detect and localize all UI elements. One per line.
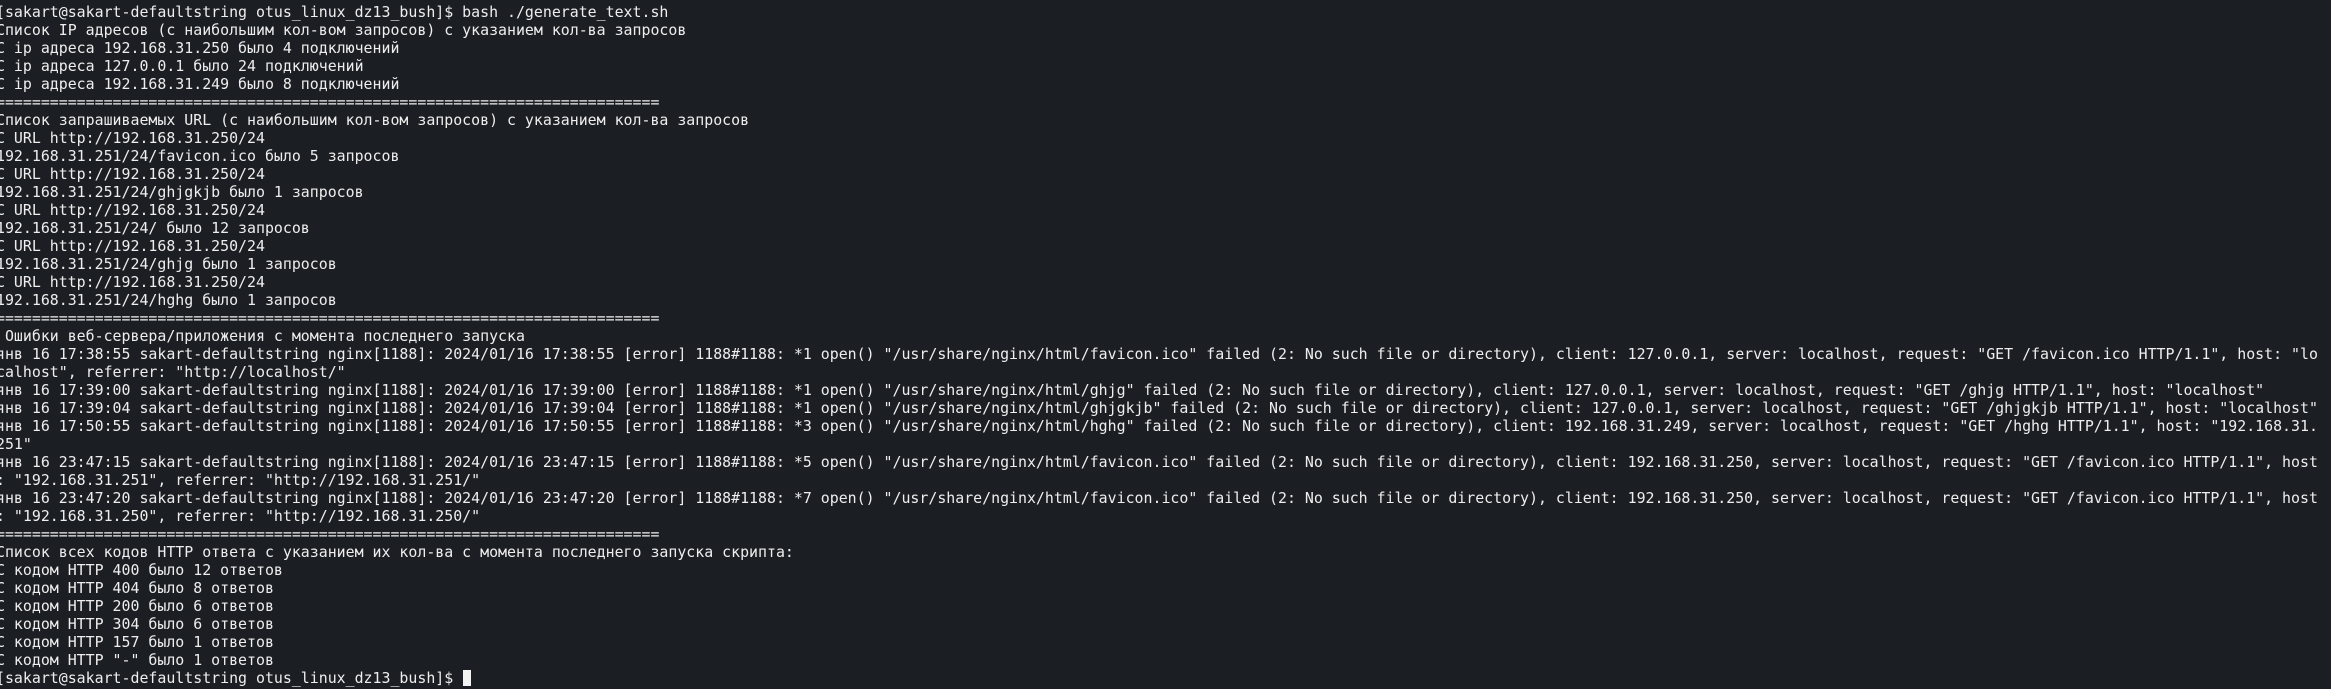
log-line: 251" (0, 435, 32, 453)
terminal-line: Список всех кодов HTTP ответа с указание… (0, 543, 794, 561)
terminal-window[interactable]: [sakart@sakart-defaultstring otus_linux_… (0, 0, 2331, 689)
terminal-line: 192.168.31.251/24/favicon.ico было 5 зап… (0, 147, 400, 165)
terminal-line: 192.168.31.251/24/ было 12 запросов (0, 219, 310, 237)
terminal-line: С кодом HTTP 200 было 6 ответов (0, 597, 274, 615)
terminal-line: С кодом HTTP 304 было 6 ответов (0, 615, 274, 633)
separator-line: ========================================… (0, 93, 660, 111)
terminal-line: С URL http://192.168.31.250/24 (0, 165, 265, 183)
terminal-line: С кодом HTTP 157 было 1 ответов (0, 633, 274, 651)
terminal-line: С кодом HTTP 400 было 12 ответов (0, 561, 283, 579)
terminal-line: С ip адреса 127.0.0.1 было 24 подключени… (0, 57, 364, 75)
shell-prompt: [sakart@sakart-defaultstring otus_linux_… (0, 669, 463, 687)
terminal-line: С URL http://192.168.31.250/24 (0, 129, 265, 147)
terminal-line: 192.168.31.251/24/hghg было 1 запросов (0, 291, 337, 309)
terminal-line: С ip адреса 192.168.31.250 было 4 подклю… (0, 39, 400, 57)
log-line: янв 16 17:50:55 sakart-defaultstring ngi… (0, 417, 2318, 435)
terminal-line: 192.168.31.251/24/ghjg было 1 запросов (0, 255, 337, 273)
terminal-line: С ip адреса 192.168.31.249 было 8 подклю… (0, 75, 400, 93)
log-line: янв 16 23:47:20 sakart-defaultstring ngi… (0, 489, 2318, 507)
text-cursor (463, 670, 472, 686)
log-line: янв 16 23:47:15 sakart-defaultstring ngi… (0, 453, 2318, 471)
terminal-line: Ошибки веб-сервера/приложения с момента … (0, 327, 525, 345)
log-line: янв 16 17:38:55 sakart-defaultstring ngi… (0, 345, 2318, 363)
log-line: янв 16 17:39:04 sakart-defaultstring ngi… (0, 399, 2318, 417)
terminal-line: С URL http://192.168.31.250/24 (0, 201, 265, 219)
log-line: : "192.168.31.251", referrer: "http://19… (0, 471, 481, 489)
terminal-line: Список запрашиваемых URL (с наибольшим к… (0, 111, 750, 129)
terminal-line: С URL http://192.168.31.250/24 (0, 237, 265, 255)
terminal-line: С URL http://192.168.31.250/24 (0, 273, 265, 291)
log-line: : "192.168.31.250", referrer: "http://19… (0, 507, 481, 525)
separator-line: ========================================… (0, 309, 660, 327)
terminal-line: 192.168.31.251/24/ghjgkjb было 1 запросо… (0, 183, 364, 201)
terminal-line: С кодом HTTP "-" было 1 ответов (0, 651, 274, 669)
terminal-line: С кодом HTTP 404 было 8 ответов (0, 579, 274, 597)
separator-line: ========================================… (0, 525, 660, 543)
prompt-line[interactable]: [sakart@sakart-defaultstring otus_linux_… (0, 669, 2331, 687)
terminal-line: [sakart@sakart-defaultstring otus_linux_… (0, 3, 669, 21)
terminal-line: Список IP адресов (с наибольшим кол-вом … (0, 21, 687, 39)
log-line: янв 16 17:39:00 sakart-defaultstring ngi… (0, 381, 2265, 399)
log-line: calhost", referrer: "http://localhost/" (0, 363, 346, 381)
